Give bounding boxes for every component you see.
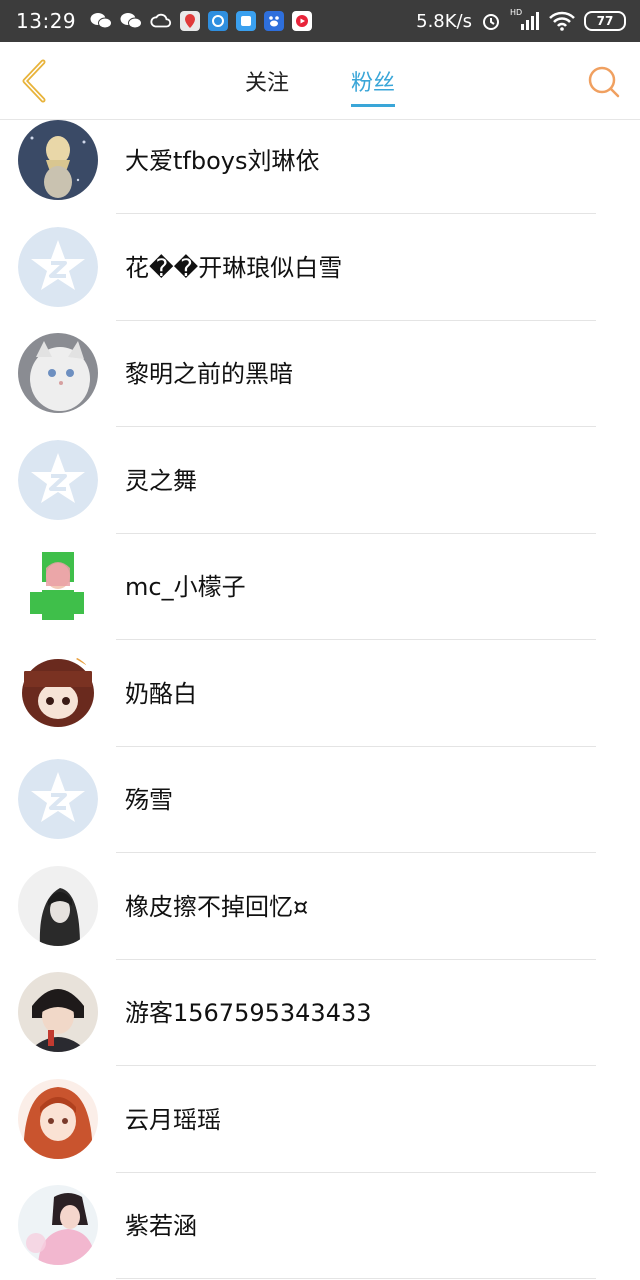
follower-name: mc_小檬子	[125, 573, 246, 601]
tab-following[interactable]: 关注	[245, 59, 289, 103]
follower-row[interactable]: 云月瑶瑶	[0, 1067, 640, 1173]
follower-row[interactable]: 黎明之前的黑暗	[0, 321, 640, 427]
avatar[interactable]	[18, 333, 98, 413]
baidu-app-icon	[264, 11, 285, 31]
tab-bar: 关注 粉丝	[0, 42, 640, 120]
default-avatar-star-icon[interactable]	[18, 439, 98, 520]
default-avatar-star-icon[interactable]	[18, 759, 98, 839]
cloud-icon	[150, 10, 172, 32]
avatar[interactable]	[18, 652, 98, 733]
avatar[interactable]	[18, 1078, 98, 1159]
follower-name: 黎明之前的黑暗	[125, 360, 293, 388]
alarm-icon	[480, 10, 502, 32]
follower-name: 大爱tfboys刘琳依	[125, 147, 320, 175]
follower-row[interactable]: 紫若涵	[0, 1173, 640, 1279]
search-icon	[588, 66, 620, 98]
avatar[interactable]	[18, 120, 98, 200]
follower-name: 灵之舞	[125, 466, 197, 495]
follower-name: 橡皮擦不掉回忆¤	[125, 892, 309, 921]
network-type-label: HD	[510, 8, 523, 17]
browser-app-icon	[208, 11, 229, 31]
follower-name: 游客1567595343433	[125, 999, 372, 1027]
follower-row[interactable]: mc_小檬子	[0, 534, 640, 640]
battery-indicator: 77	[584, 11, 626, 31]
signal-icon: HD	[510, 8, 540, 32]
follower-row[interactable]: 游客1567595343433	[0, 960, 640, 1066]
avatar[interactable]	[18, 546, 98, 626]
follower-name: 殇雪	[125, 786, 173, 814]
follower-name: 奶酪白	[125, 679, 197, 708]
wifi-icon	[548, 10, 576, 32]
wechat-icon	[120, 10, 143, 32]
follower-row[interactable]: 殇雪	[0, 747, 640, 853]
search-button[interactable]	[586, 64, 622, 100]
follower-name: 紫若涵	[125, 1212, 197, 1240]
follower-row[interactable]: 花��开琳琅似白雪	[0, 215, 640, 321]
status-bar: 13:29 5.8K/s HD 77	[0, 0, 640, 42]
follower-row[interactable]: 橡皮擦不掉回忆¤	[0, 854, 640, 960]
avatar[interactable]	[18, 972, 98, 1052]
follower-list: 大爱tfboys刘琳依 花��开琳琅似白雪 黎明之前的黑暗 灵之舞 mc_小檬子 奶酪白殇…	[0, 120, 640, 1280]
avatar[interactable]	[18, 1185, 98, 1265]
avatar[interactable]	[18, 865, 98, 946]
wechat-icon	[90, 10, 113, 32]
follower-row[interactable]: 灵之舞	[0, 428, 640, 534]
follower-row[interactable]: 奶酪白	[0, 641, 640, 747]
follower-name: 云月瑶瑶	[125, 1105, 221, 1134]
follower-name: 花��开琳琅似白雪	[125, 253, 343, 282]
default-avatar-star-icon[interactable]	[18, 226, 98, 307]
tab-followers[interactable]: 粉丝	[351, 59, 396, 107]
status-time: 13:29	[16, 9, 77, 33]
video-app-icon	[292, 11, 313, 31]
net-speed: 5.8K/s	[416, 10, 472, 32]
row-divider	[116, 1278, 596, 1279]
cube-app-icon	[236, 11, 257, 31]
map-app-icon	[180, 11, 201, 31]
nav-header: 关注 粉丝	[0, 42, 640, 120]
follower-row[interactable]: 大爱tfboys刘琳依	[0, 120, 640, 214]
